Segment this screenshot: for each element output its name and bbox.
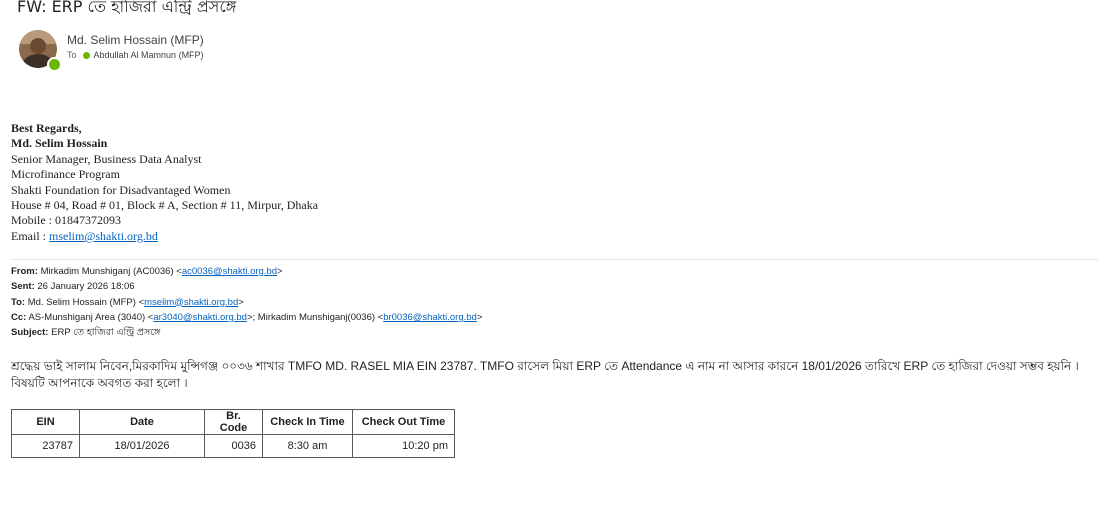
signature-email-link[interactable]: mselim@shakti.org.bd: [49, 229, 158, 243]
presence-available-icon: [47, 57, 62, 72]
attendance-table: EIN Date Br. Code Check In Time Check Ou…: [11, 409, 455, 458]
to-email-link[interactable]: mselim@shakti.org.bd: [144, 297, 238, 308]
cell-ein: 23787: [11, 434, 80, 458]
email-signature: Best Regards, Md. Selim Hossain Senior M…: [11, 121, 318, 244]
recipient-name[interactable]: Abdullah Al Mamnun (MFP): [94, 50, 204, 60]
column-header-br-code: Br. Code: [204, 409, 263, 435]
signature-name: Md. Selim Hossain: [11, 136, 108, 151]
forward-from: From: Mirkadim Munshiganj (AC0036) <ac00…: [11, 266, 283, 277]
signature-regards: Best Regards,: [11, 121, 82, 135]
presence-available-icon: [82, 51, 90, 59]
signature-program: Microfinance Program: [11, 167, 120, 182]
signature-email-line: Email : mselim@shakti.org.bd: [11, 229, 318, 244]
forward-header: From: Mirkadim Munshiganj (AC0036) <ac00…: [11, 264, 482, 340]
signature-title: Senior Manager, Business Data Analyst: [11, 151, 202, 166]
cell-check-in: 8:30 am: [262, 434, 353, 458]
cell-date: 18/01/2026: [79, 434, 205, 458]
avatar[interactable]: [19, 30, 62, 72]
column-header-check-in: Check In Time: [262, 409, 353, 435]
signature-address: House # 04, Road # 01, Block # A, Sectio…: [11, 198, 319, 213]
forward-sent: Sent: 26 January 2026 18:06: [11, 281, 135, 293]
to-label: To: [67, 50, 77, 60]
signature-mobile: Mobile : 01847372093: [11, 213, 121, 228]
cell-br-code: 0036: [204, 434, 263, 458]
cell-check-out: 10:20 pm: [352, 434, 455, 458]
forward-to: To: Md. Selim Hossain (MFP) <mselim@shak…: [11, 296, 244, 308]
divider: [11, 259, 1098, 260]
signature-email-label: Email :: [11, 228, 49, 243]
column-header-ein: EIN: [11, 409, 80, 435]
column-header-check-out: Check Out Time: [352, 409, 455, 435]
column-header-date: Date: [79, 409, 205, 435]
cc-email-link-2[interactable]: br0036@shakti.org.bd: [383, 312, 477, 323]
table-row: 23787 18/01/2026 0036 8:30 am 10:20 pm: [11, 434, 455, 458]
email-subject: FW: ERP তে হাজিরা এন্ট্রি প্রসঙ্গে: [17, 0, 237, 16]
forward-subject: Subject: ERP তে হাজিরা এন্ট্রি প্রসঙ্গে: [11, 327, 161, 339]
email-body-paragraph: শ্রদ্ধেয় ভাই সালাম নিবেন,মিরকাদিম মুন্স…: [11, 359, 1079, 390]
forward-cc: Cc: AS-Munshiganj Area (3040) <ar3040@sh…: [11, 311, 483, 323]
sender-name[interactable]: Md. Selim Hossain (MFP): [67, 33, 204, 47]
signature-org: Shakti Foundation for Disadvantaged Wome…: [11, 182, 231, 197]
cc-email-link-1[interactable]: ar3040@shakti.org.bd: [153, 312, 247, 323]
recipient-line: To Abdullah Al Mamnun (MFP): [67, 50, 204, 60]
table-header-row: EIN Date Br. Code Check In Time Check Ou…: [11, 409, 455, 435]
from-email-link[interactable]: ac0036@shakti.org.bd: [182, 266, 277, 277]
